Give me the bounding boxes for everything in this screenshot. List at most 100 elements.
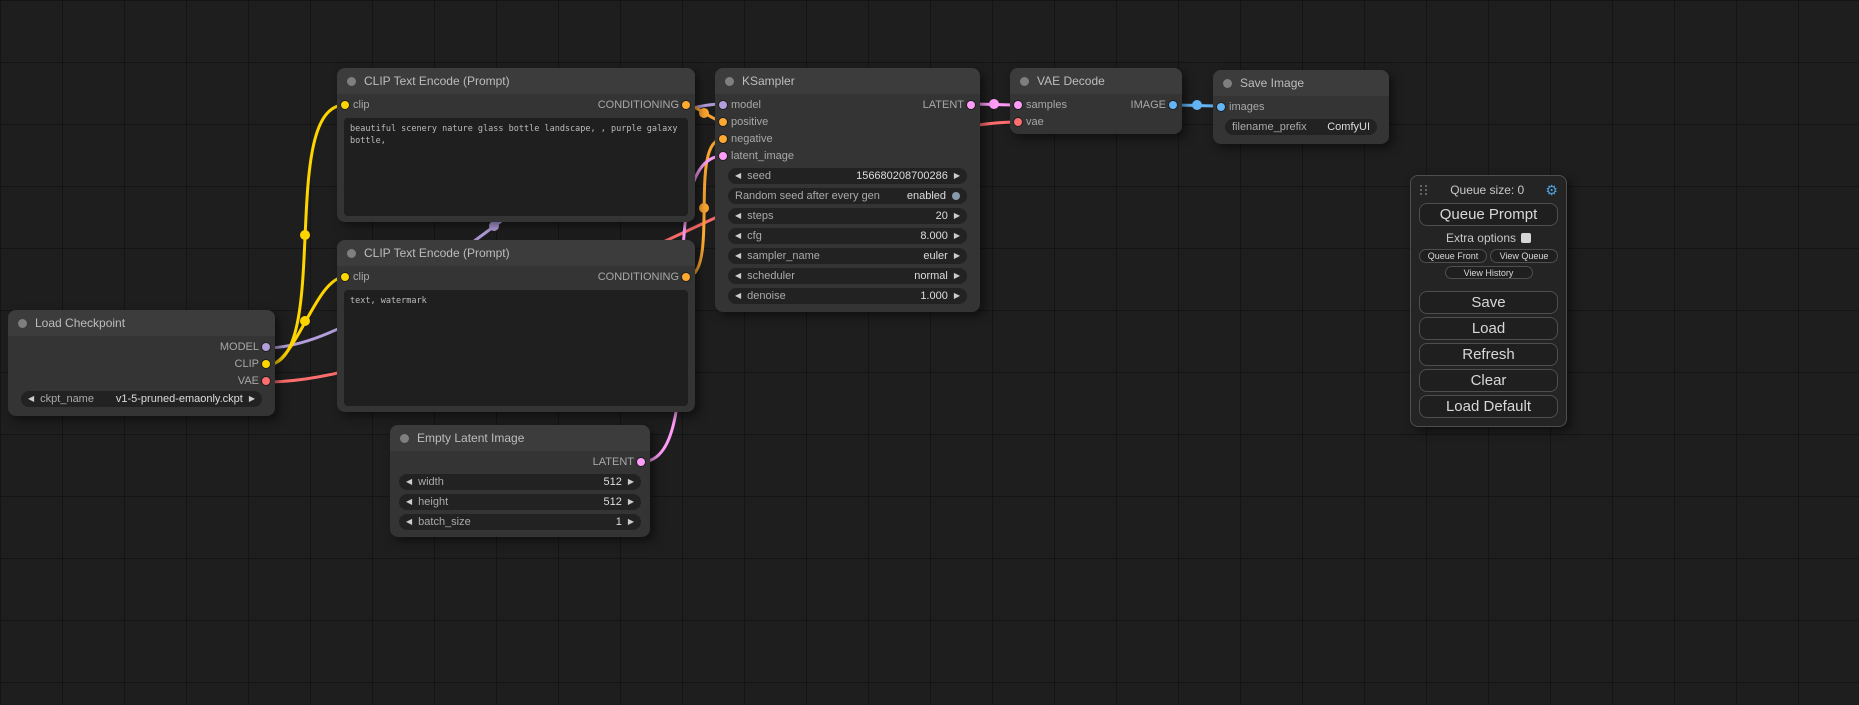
collapse-dot-icon[interactable] <box>725 77 734 86</box>
drag-handle-icon[interactable] <box>1419 183 1429 197</box>
output-label-latent: LATENT <box>593 456 634 468</box>
node-clip-text-encode-positive[interactable]: CLIP Text Encode (Prompt) clip CONDITION… <box>337 68 695 222</box>
increment-arrow-icon[interactable]: ▶ <box>628 518 634 526</box>
widget-batch-size[interactable]: ◀ batch_size 1 ▶ <box>399 514 641 530</box>
increment-arrow-icon[interactable]: ▶ <box>954 172 960 180</box>
widget-value: normal <box>801 270 948 282</box>
positive-prompt-textarea[interactable]: beautiful scenery nature glass bottle la… <box>344 118 688 216</box>
collapse-dot-icon[interactable] <box>18 319 27 328</box>
collapse-dot-icon[interactable] <box>400 434 409 443</box>
collapse-dot-icon[interactable] <box>1020 77 1029 86</box>
input-slot-vae[interactable] <box>1014 118 1022 126</box>
graph-canvas[interactable]: { "colors": { "model": "#B39DDB", "clip"… <box>0 0 1859 705</box>
node-header[interactable]: CLIP Text Encode (Prompt) <box>337 240 695 266</box>
input-slot-images[interactable] <box>1217 103 1225 111</box>
queue-front-button[interactable]: Queue Front <box>1419 249 1487 263</box>
increment-arrow-icon[interactable]: ▶ <box>954 292 960 300</box>
input-slot-clip[interactable] <box>341 273 349 281</box>
widget-value: ComfyUI <box>1313 121 1370 133</box>
save-button[interactable]: Save <box>1419 291 1558 314</box>
widget-random-seed-toggle[interactable]: Random seed after every gen enabled <box>728 188 967 204</box>
increment-arrow-icon[interactable]: ▶ <box>954 212 960 220</box>
increment-arrow-icon[interactable]: ▶ <box>954 252 960 260</box>
decrement-arrow-icon[interactable]: ◀ <box>406 498 412 506</box>
increment-arrow-icon[interactable]: ▶ <box>249 395 255 403</box>
decrement-arrow-icon[interactable]: ◀ <box>735 232 741 240</box>
widget-cfg[interactable]: ◀ cfg 8.000 ▶ <box>728 228 967 244</box>
output-slot-image[interactable] <box>1169 101 1177 109</box>
widget-sampler-name[interactable]: ◀ sampler_name euler ▶ <box>728 248 967 264</box>
decrement-arrow-icon[interactable]: ◀ <box>406 518 412 526</box>
widget-ckpt-name[interactable]: ◀ ckpt_name v1-5-pruned-emaonly.ckpt ▶ <box>21 391 262 407</box>
widget-width[interactable]: ◀ width 512 ▶ <box>399 474 641 490</box>
output-slot-model[interactable] <box>262 343 270 351</box>
node-header[interactable]: VAE Decode <box>1010 68 1182 94</box>
queue-prompt-button[interactable]: Queue Prompt <box>1419 203 1558 226</box>
decrement-arrow-icon[interactable]: ◀ <box>735 272 741 280</box>
input-slot-negative[interactable] <box>719 135 727 143</box>
output-slot-vae[interactable] <box>262 377 270 385</box>
node-header[interactable]: Empty Latent Image <box>390 425 650 451</box>
extra-options-checkbox[interactable] <box>1521 233 1531 243</box>
widget-scheduler[interactable]: ◀ scheduler normal ▶ <box>728 268 967 284</box>
decrement-arrow-icon[interactable]: ◀ <box>28 395 34 403</box>
load-button[interactable]: Load <box>1419 317 1558 340</box>
input-slot-model[interactable] <box>719 101 727 109</box>
decrement-arrow-icon[interactable]: ◀ <box>406 478 412 486</box>
negative-prompt-textarea[interactable]: text, watermark <box>344 290 688 406</box>
node-clip-text-encode-negative[interactable]: CLIP Text Encode (Prompt) clip CONDITION… <box>337 240 695 412</box>
input-row-positive: positive <box>715 113 980 130</box>
decrement-arrow-icon[interactable]: ◀ <box>735 292 741 300</box>
node-empty-latent-image[interactable]: Empty Latent Image LATENT ◀ width 512 ▶ … <box>390 425 650 537</box>
widget-steps[interactable]: ◀ steps 20 ▶ <box>728 208 967 224</box>
node-header[interactable]: KSampler <box>715 68 980 94</box>
collapse-dot-icon[interactable] <box>1223 79 1232 88</box>
increment-arrow-icon[interactable]: ▶ <box>954 272 960 280</box>
output-slot-latent[interactable] <box>637 458 645 466</box>
clear-button[interactable]: Clear <box>1419 369 1558 392</box>
node-title: CLIP Text Encode (Prompt) <box>364 74 510 88</box>
link-midpoint-dot-image <box>1192 100 1202 110</box>
view-history-button[interactable]: View History <box>1445 266 1533 279</box>
input-slot-samples[interactable] <box>1014 101 1022 109</box>
node-header[interactable]: CLIP Text Encode (Prompt) <box>337 68 695 94</box>
node-save-image[interactable]: Save Image images filename_prefix ComfyU… <box>1213 70 1389 144</box>
widget-filename-prefix[interactable]: filename_prefix ComfyUI <box>1225 119 1377 135</box>
node-ksampler[interactable]: KSampler model LATENT positive negative … <box>715 68 980 312</box>
slot-row: clip CONDITIONING <box>337 268 695 285</box>
collapse-dot-icon[interactable] <box>347 249 356 258</box>
settings-gear-icon[interactable]: ⚙ <box>1545 183 1558 197</box>
output-slot-clip[interactable] <box>262 360 270 368</box>
output-row-vae: VAE <box>8 372 275 389</box>
increment-arrow-icon[interactable]: ▶ <box>628 478 634 486</box>
output-slot-conditioning[interactable] <box>682 101 690 109</box>
widget-value: 1 <box>477 516 622 528</box>
node-header[interactable]: Save Image <box>1213 70 1389 96</box>
view-queue-button[interactable]: View Queue <box>1490 249 1558 263</box>
increment-arrow-icon[interactable]: ▶ <box>628 498 634 506</box>
input-slot-positive[interactable] <box>719 118 727 126</box>
node-load-checkpoint[interactable]: Load Checkpoint MODEL CLIP VAE ◀ ckpt_na… <box>8 310 275 416</box>
output-slot-latent[interactable] <box>967 101 975 109</box>
input-slot-clip[interactable] <box>341 101 349 109</box>
widget-height[interactable]: ◀ height 512 ▶ <box>399 494 641 510</box>
increment-arrow-icon[interactable]: ▶ <box>954 232 960 240</box>
widget-denoise[interactable]: ◀ denoise 1.000 ▶ <box>728 288 967 304</box>
slot-row: model LATENT <box>715 96 980 113</box>
collapse-dot-icon[interactable] <box>347 77 356 86</box>
decrement-arrow-icon[interactable]: ◀ <box>735 212 741 220</box>
widget-value: euler <box>826 250 948 262</box>
load-default-button[interactable]: Load Default <box>1419 395 1558 418</box>
decrement-arrow-icon[interactable]: ◀ <box>735 252 741 260</box>
refresh-button[interactable]: Refresh <box>1419 343 1558 366</box>
input-label-clip: clip <box>353 99 370 111</box>
output-slot-conditioning[interactable] <box>682 273 690 281</box>
workflow-actions: Save Load Refresh Clear Load Default <box>1419 291 1558 418</box>
widget-seed[interactable]: ◀ seed 156680208700286 ▶ <box>728 168 967 184</box>
node-header[interactable]: Load Checkpoint <box>8 310 275 336</box>
widget-label: steps <box>747 210 773 222</box>
input-slot-latent-image[interactable] <box>719 152 727 160</box>
node-vae-decode[interactable]: VAE Decode samples IMAGE vae <box>1010 68 1182 134</box>
link-midpoint-dot-cond-positive <box>699 108 709 118</box>
decrement-arrow-icon[interactable]: ◀ <box>735 172 741 180</box>
